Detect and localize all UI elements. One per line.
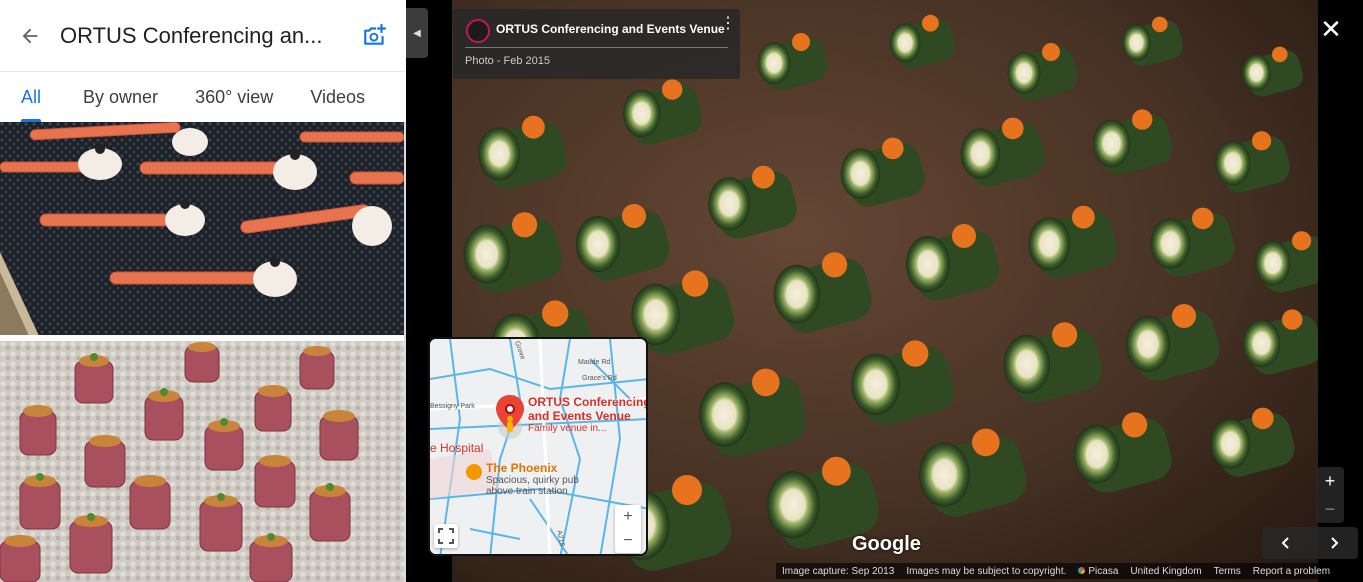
map-zoom-out-button[interactable]: − [615, 529, 641, 553]
chevron-right-icon [1331, 537, 1339, 549]
tab-360-view[interactable]: 360° view [195, 72, 273, 122]
picasa-label: Picasa [1088, 565, 1119, 577]
region-link[interactable]: United Kingdom [1130, 566, 1201, 577]
next-photo-button[interactable] [1310, 527, 1358, 559]
report-problem-link[interactable]: Report a problem [1253, 566, 1330, 577]
location-minimap[interactable]: Grove Maude Rd Grace's Rd Bessigny Park … [428, 337, 648, 556]
photo-thumbnail[interactable] [0, 122, 404, 338]
attribution-footer: Image capture: Sep 2013 Images may be su… [776, 563, 1363, 579]
collapse-panel-button[interactable]: ◀ [406, 8, 428, 58]
map-poi-label[interactable]: The Phoenix [486, 461, 557, 475]
copyright-notice: Images may be subject to copyright. [906, 565, 1067, 577]
panel-header: ORTUS Conferencing an... [0, 0, 406, 72]
road-label: Grace's Rd [582, 375, 617, 382]
photo-category-tabs: All By owner 360° view Videos [0, 72, 406, 122]
photo-zoom-controls: + − [1316, 467, 1344, 523]
zoom-out-button[interactable]: − [1316, 495, 1344, 523]
map-poi-description: Spacious, quirky pub above train station [486, 475, 579, 497]
map-place-description: Family venue in... [528, 423, 607, 434]
arrow-back-icon [22, 28, 38, 43]
fullscreen-icon [438, 528, 454, 544]
map-zoom-controls: + − [615, 505, 641, 553]
panel-scrollbar[interactable] [404, 122, 406, 582]
contributor-avatar[interactable] [466, 19, 490, 43]
google-logo: Google [852, 533, 921, 555]
photo-date: Photo - Feb 2015 [465, 55, 551, 67]
close-icon: ✕ [1320, 13, 1342, 44]
tab-videos[interactable]: Videos [310, 72, 365, 122]
caret-left-icon: ◀ [413, 27, 421, 39]
back-button[interactable] [0, 0, 60, 72]
add-photo-icon [364, 24, 386, 45]
divider [465, 47, 728, 48]
terms-link[interactable]: Terms [1214, 566, 1241, 577]
maps-photo-viewer: ORTUS Conferencing an... All By owner 36… [0, 0, 1363, 582]
map-zoom-in-button[interactable]: + [615, 505, 641, 529]
map-place-label[interactable]: ORTUS Conferencing and Events Venue [528, 395, 646, 423]
picasa-link[interactable]: Picasa [1078, 566, 1118, 577]
close-button[interactable]: ✕ [1316, 14, 1346, 44]
photo-info-card: ORTUS Conferencing and Events Venue ⋮ Ph… [453, 9, 740, 79]
tab-all[interactable]: All [21, 72, 42, 122]
road-label: Maude Rd [578, 359, 611, 366]
place-title: ORTUS Conferencing an... [60, 22, 323, 48]
more-options-icon[interactable]: ⋮ [720, 16, 736, 41]
photo-thumbnail[interactable] [0, 341, 404, 582]
road-label: Bessigny Park [430, 403, 475, 410]
add-photo-button[interactable] [362, 22, 388, 48]
langoustine-photo [0, 122, 404, 335]
tab-by-owner[interactable]: By owner [83, 72, 158, 122]
map-hospital-label: e Hospital [430, 441, 484, 455]
map-fullscreen-button[interactable] [434, 524, 458, 548]
photo-place-title[interactable]: ORTUS Conferencing and Events Venue [496, 22, 725, 36]
photo-navigation [1262, 527, 1358, 559]
photos-side-panel: ORTUS Conferencing an... All By owner 36… [0, 0, 406, 582]
picasa-icon [1078, 567, 1086, 575]
canape-photo [0, 341, 404, 582]
image-capture-date: Image capture: Sep 2013 [782, 565, 895, 577]
previous-photo-button[interactable] [1262, 527, 1310, 559]
zoom-in-button[interactable]: + [1316, 467, 1344, 495]
chevron-left-icon [1281, 537, 1289, 549]
